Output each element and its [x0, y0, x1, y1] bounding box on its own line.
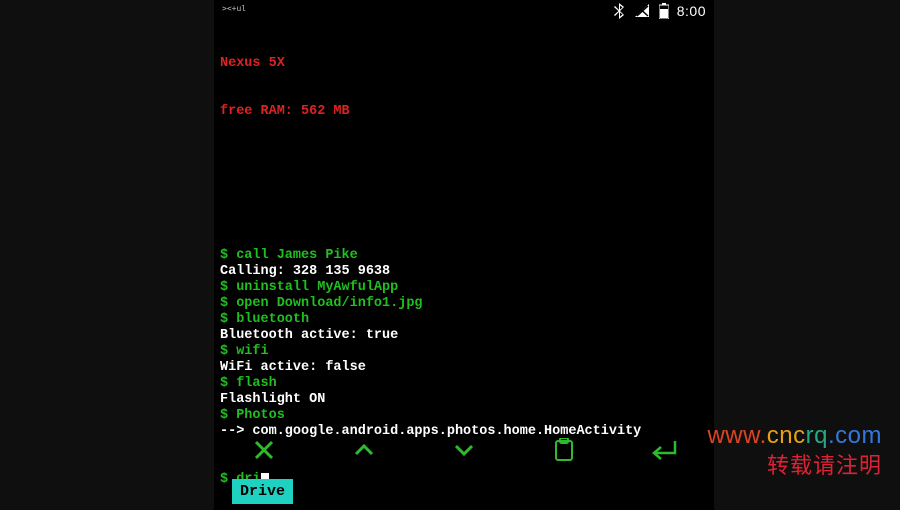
watermark-url: www.cncrq.com [707, 422, 882, 450]
clipboard-icon [554, 438, 574, 462]
battery-icon [659, 3, 669, 19]
terminal-cmd-line: $ Photos [220, 408, 708, 424]
terminal-cmd-line: $ call James Pike [220, 248, 708, 264]
terminal-cmd-line: $ wifi [220, 344, 708, 360]
enter-icon [650, 439, 678, 461]
phone-frame: ><+ul 8:00 [214, 0, 714, 510]
terminal-output-line: Flashlight ON [220, 392, 708, 408]
chevron-up-icon [353, 443, 375, 457]
terminal-output-line: WiFi active: false [220, 360, 708, 376]
statusbar-tiny-label: ><+ul [222, 4, 246, 13]
terminal-output-line: Calling: 328 135 9638 [220, 264, 708, 280]
terminal-header: Nexus 5X free RAM: 562 MB [214, 22, 714, 152]
watermark: www.cncrq.com 转载请注明 [707, 422, 882, 480]
down-button[interactable] [414, 430, 514, 470]
chevron-down-icon [453, 443, 475, 457]
terminal-output-line: Bluetooth active: true [220, 328, 708, 344]
suggestion-chip[interactable]: Drive [232, 479, 293, 504]
enter-button[interactable] [614, 430, 714, 470]
status-bar: ><+ul 8:00 [214, 0, 714, 22]
clock: 8:00 [677, 3, 706, 19]
close-button[interactable] [214, 430, 314, 470]
terminal-cmd-line: $ open Download/info1.jpg [220, 296, 708, 312]
terminal-cmd-line: $ uninstall MyAwfulApp [220, 280, 708, 296]
watermark-subtitle: 转载请注明 [707, 448, 882, 480]
up-button[interactable] [314, 430, 414, 470]
signal-icon [635, 4, 651, 18]
terminal-cmd-line: $ bluetooth [220, 312, 708, 328]
bluetooth-icon [613, 3, 627, 19]
device-name: Nexus 5X [220, 56, 708, 72]
paste-button[interactable] [514, 430, 614, 470]
terminal-cmd-line: $ flash [220, 376, 708, 392]
controls-row [214, 430, 714, 470]
free-ram-line: free RAM: 562 MB [220, 104, 708, 120]
terminal-current-line[interactable]: $ dri [220, 472, 708, 488]
close-icon [253, 439, 275, 461]
